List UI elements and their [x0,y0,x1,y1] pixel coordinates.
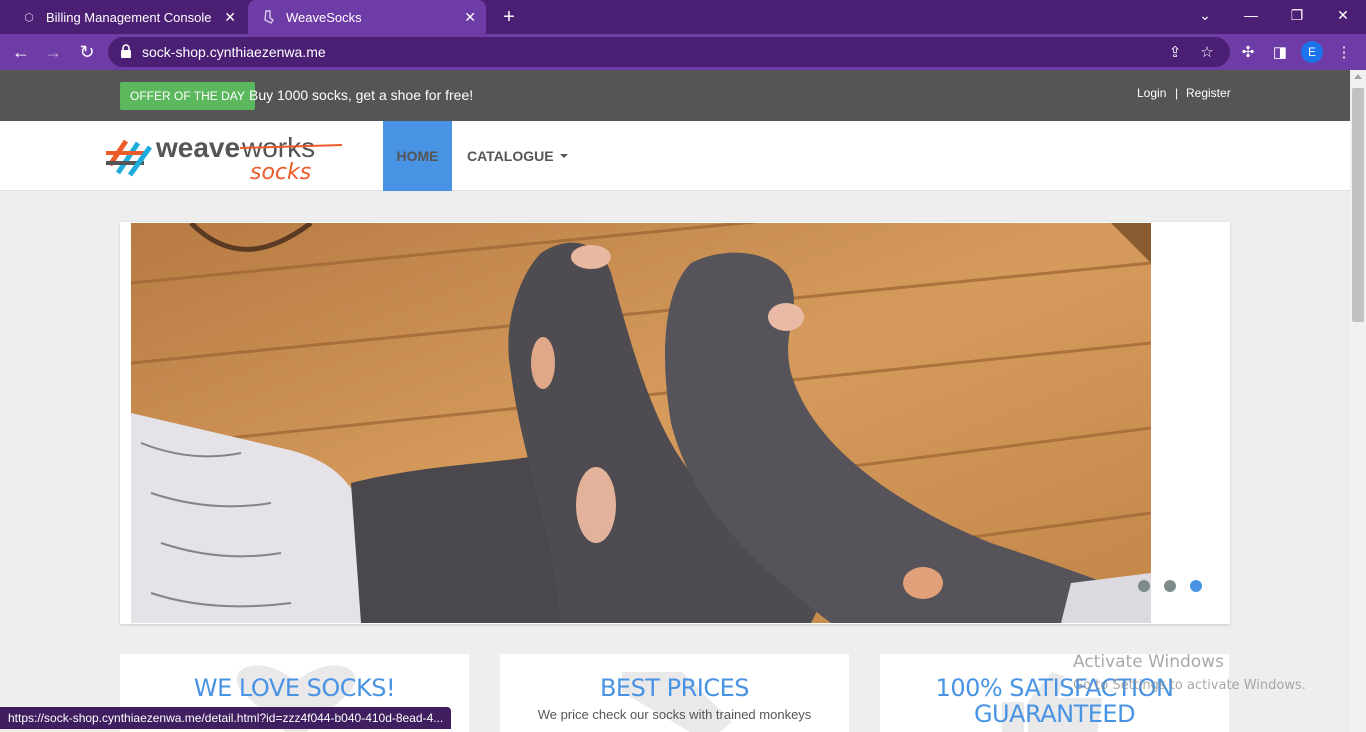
hero-carousel[interactable] [120,222,1230,624]
sock-icon [262,10,276,24]
weaveworks-socks-logo[interactable]: weave works socks [104,129,344,185]
browser-toolbar: ← → ↻ sock-shop.cynthiaezenwa.me ⇪ ☆ ✣ ◨… [0,34,1366,70]
caret-down-icon [559,154,568,158]
link-separator: | [1175,86,1179,100]
url-text: sock-shop.cynthiaezenwa.me [142,44,326,60]
share-icon[interactable]: ⇪ [1166,43,1184,61]
address-bar[interactable]: sock-shop.cynthiaezenwa.me ⇪ ☆ [108,37,1230,67]
side-panel-icon[interactable]: ◨ [1270,42,1290,62]
menu-icon[interactable]: ⋮ [1334,42,1354,62]
register-link[interactable]: Register [1186,86,1231,100]
feature-text: We price check our socks with trained mo… [537,707,812,722]
extensions-icon[interactable]: ✣ [1238,42,1258,62]
logo-mark-icon [106,139,153,177]
back-icon[interactable]: ← [8,40,34,64]
page-scrollbar[interactable] [1350,70,1366,732]
offer-of-the-day-button[interactable]: OFFER OF THE DAY [120,82,255,110]
tab-weavesocks[interactable]: WeaveSocks ✕ [248,0,486,34]
close-icon[interactable]: ✕ [464,9,476,26]
carousel-dot-2[interactable] [1164,580,1176,592]
carousel-dot-1[interactable] [1138,580,1150,592]
close-icon[interactable]: ✕ [224,9,236,26]
profile-avatar[interactable]: E [1301,41,1323,63]
new-tab-button[interactable]: + [498,6,520,28]
browser-tab-bar: ⬡ Billing Management Console ✕ WeaveSock… [0,0,1366,34]
hero-image-worn-socks [131,223,1151,623]
chevron-down-icon[interactable]: ⌄ [1182,0,1228,30]
link-status-bar: https://sock-shop.cynthiaezenwa.me/detai… [0,707,452,729]
logo-socks: socks [250,160,311,183]
watermark-line2: Go to Settings to activate Windows. [1073,678,1306,693]
tab-billing-console[interactable]: ⬡ Billing Management Console ✕ [8,0,246,34]
feature-box-best-prices: BEST PRICES We price check our socks wit… [500,654,849,732]
main-navbar: weave works socks HOME CATALOGUE [0,121,1350,191]
offer-bar: OFFER OF THE DAY Buy 1000 socks, get a s… [0,70,1350,121]
carousel-dot-3[interactable] [1190,580,1202,592]
feature-title: WE LOVE SOCKS! [193,674,396,702]
lock-icon [121,44,131,58]
restore-icon[interactable]: ❐ [1274,0,1320,30]
activate-windows-watermark: Activate Windows Go to Settings to activ… [1073,652,1306,693]
page-viewport: OFFER OF THE DAY Buy 1000 socks, get a s… [0,70,1350,732]
nav-catalogue-label: CATALOGUE [467,148,554,164]
offer-text: Buy 1000 socks, get a shoe for free! [249,87,474,103]
forward-icon[interactable]: → [40,40,66,64]
nav-home[interactable]: HOME [383,121,452,191]
watermark-line1: Activate Windows [1073,652,1224,672]
star-icon[interactable]: ☆ [1198,43,1216,61]
login-link[interactable]: Login [1137,86,1166,100]
cube-icon: ⬡ [24,11,34,24]
scroll-thumb[interactable] [1352,88,1364,322]
nav-catalogue[interactable]: CATALOGUE [467,121,568,191]
reload-icon[interactable]: ↻ [74,40,100,64]
feature-title: BEST PRICES [599,674,750,702]
close-window-icon[interactable]: ✕ [1320,0,1366,30]
tab-title: Billing Management Console [46,9,212,25]
logo-weave: weave [155,132,240,163]
scroll-up-icon[interactable] [1354,74,1362,79]
minimize-icon[interactable]: — [1228,0,1274,30]
tab-title: WeaveSocks [286,9,362,25]
